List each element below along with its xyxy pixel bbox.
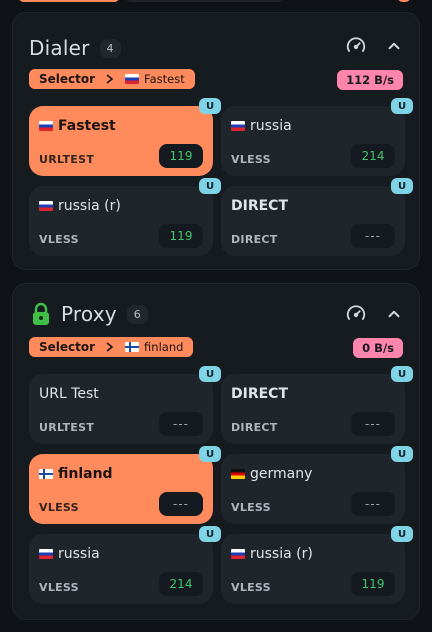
group-count: 4 (99, 38, 121, 58)
udp-badge: U (199, 526, 221, 542)
proxy-card-finland[interactable]: finland VLESS --- U (29, 446, 221, 524)
proxy-type: URLTEST (39, 153, 95, 166)
udp-badge: U (391, 178, 413, 194)
latency-button[interactable]: 119 (159, 224, 203, 248)
group-count: 6 (126, 304, 148, 324)
selector-value: Fastest (144, 72, 185, 86)
latency-button[interactable]: 119 (351, 572, 395, 596)
proxy-name: URL Test (39, 386, 99, 402)
selector-badge[interactable]: Selector Fastest (29, 69, 195, 89)
proxy-name-row: Fastest (39, 118, 116, 134)
proxy-type: VLESS (231, 501, 271, 514)
latency-button[interactable]: --- (351, 224, 395, 248)
proxy-name-row: russia (39, 546, 100, 562)
speedometer-icon[interactable] (345, 303, 367, 325)
udp-badge: U (199, 446, 221, 462)
proxy-type: DIRECT (231, 421, 278, 434)
proxy-group-dialer: Dialer 4 Selector Fastest 112 B/s Fastes… (12, 12, 420, 270)
proxy-type: VLESS (39, 501, 79, 514)
previous-group-strip (125, 0, 285, 2)
finland-flag-icon (125, 342, 140, 352)
udp-badge: U (391, 446, 413, 462)
proxy-type: VLESS (39, 233, 79, 246)
selector-type: Selector (39, 72, 96, 86)
proxy-type: URLTEST (39, 421, 95, 434)
proxy-card-russia-r[interactable]: russia (r) VLESS 119 U (221, 526, 413, 604)
group-title: Proxy (61, 302, 117, 326)
proxy-card-direct[interactable]: DIRECT DIRECT --- U (221, 178, 413, 256)
proxy-name-row: germany (231, 466, 312, 482)
proxy-name-row: finland (39, 466, 113, 482)
proxy-name: Fastest (58, 118, 116, 134)
proxy-name: russia (r) (250, 546, 313, 562)
russia-flag-icon (231, 121, 245, 131)
udp-badge: U (199, 98, 221, 114)
selector-value: finland (144, 340, 184, 354)
germany-flag-icon (231, 469, 245, 479)
latency-button[interactable]: --- (159, 492, 203, 516)
proxy-card-url-test[interactable]: URL Test URLTEST --- U (29, 366, 221, 444)
finland-flag-icon (39, 469, 53, 479)
proxy-card-direct[interactable]: DIRECT DIRECT --- U (221, 366, 413, 444)
traffic-rate-badge: 112 B/s (337, 70, 403, 90)
selector-badge[interactable]: Selector finland (29, 337, 194, 357)
udp-badge: U (391, 98, 413, 114)
latency-button[interactable]: --- (351, 492, 395, 516)
selector-type: Selector (39, 340, 96, 354)
chevron-right-icon (106, 74, 114, 84)
udp-badge: U (391, 526, 413, 542)
group-header[interactable]: Dialer 4 (29, 35, 121, 61)
previous-rate-edge (397, 0, 411, 2)
proxy-name: russia (250, 118, 292, 134)
proxy-name: DIRECT (231, 386, 288, 402)
proxy-name: DIRECT (231, 198, 288, 214)
udp-badge: U (199, 178, 221, 194)
speedometer-icon[interactable] (345, 35, 367, 57)
lock-icon (33, 302, 49, 325)
previous-selector-edge (18, 0, 120, 2)
proxy-card-germany[interactable]: germany VLESS --- U (221, 446, 413, 524)
russia-flag-icon (231, 549, 245, 559)
proxy-name-row: russia (231, 118, 292, 134)
udp-badge: U (199, 366, 221, 382)
russia-flag-icon (39, 121, 53, 131)
latency-button[interactable]: --- (159, 412, 203, 436)
russia-flag-icon (39, 201, 53, 211)
latency-button[interactable]: --- (351, 412, 395, 436)
proxy-name: russia (r) (58, 198, 121, 214)
proxy-name-row: russia (r) (231, 546, 313, 562)
russia-flag-icon (39, 549, 53, 559)
latency-button[interactable]: 214 (159, 572, 203, 596)
group-title: Dialer (29, 36, 90, 60)
udp-badge: U (391, 366, 413, 382)
traffic-rate-badge: 0 B/s (353, 338, 403, 358)
proxy-name-row: russia (r) (39, 198, 121, 214)
previous-group-edge (0, 0, 432, 4)
group-header[interactable]: Proxy 6 (29, 301, 148, 327)
proxy-group-proxy: Proxy 6 Selector finland 0 B/s URL Test … (12, 283, 420, 620)
russia-flag-icon (125, 74, 140, 84)
proxy-type: DIRECT (231, 233, 278, 246)
latency-button[interactable]: 119 (159, 144, 203, 168)
proxy-card-russia[interactable]: russia VLESS 214 U (29, 526, 221, 604)
chevron-up-icon[interactable] (385, 305, 403, 323)
proxy-name: germany (250, 466, 313, 482)
latency-button[interactable]: 214 (351, 144, 395, 168)
proxy-type: VLESS (231, 153, 271, 166)
proxy-card-russia[interactable]: russia VLESS 214 U (221, 98, 413, 176)
chevron-up-icon[interactable] (385, 37, 403, 55)
proxy-card-fastest[interactable]: Fastest URLTEST 119 U (29, 98, 221, 176)
proxy-type: VLESS (39, 581, 79, 594)
proxy-name: finland (58, 466, 113, 482)
proxy-type: VLESS (231, 581, 271, 594)
chevron-right-icon (106, 342, 114, 352)
proxy-name: russia (58, 546, 100, 562)
proxy-card-russia-r[interactable]: russia (r) VLESS 119 U (29, 178, 221, 256)
